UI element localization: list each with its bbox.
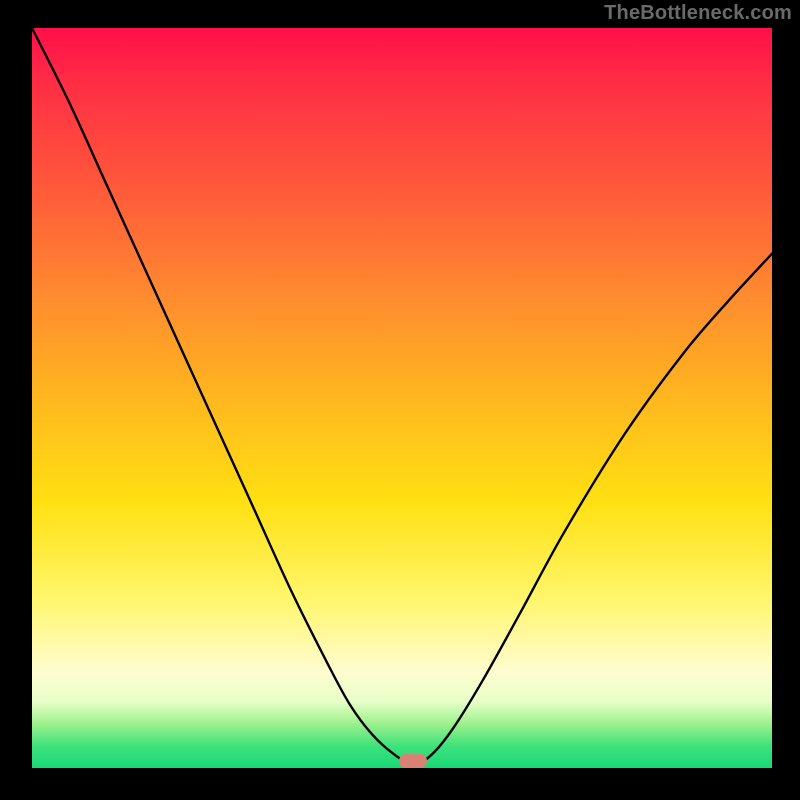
bottleneck-curve: [32, 28, 772, 764]
curve-svg: [32, 28, 772, 768]
plot-area: [32, 28, 772, 768]
chart-frame: TheBottleneck.com: [0, 0, 800, 800]
watermark-text: TheBottleneck.com: [604, 2, 792, 25]
minimum-marker: [399, 754, 427, 768]
